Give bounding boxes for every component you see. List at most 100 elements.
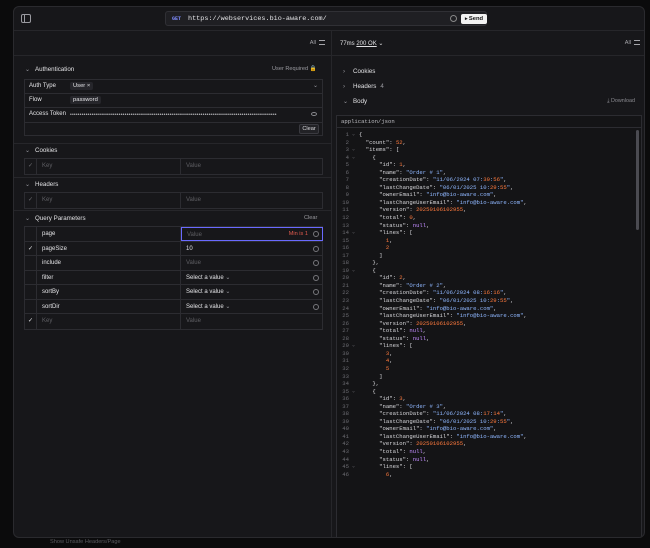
info-icon[interactable] [313, 245, 319, 252]
fold-icon[interactable]: ⌄ [352, 146, 355, 154]
code-line: 42 "version": 20250106102955, [337, 440, 641, 448]
fold-icon[interactable]: ⌄ [352, 388, 355, 396]
param-value-input[interactable]: Value [181, 256, 323, 270]
line-number: 13 [342, 221, 349, 229]
fold-icon[interactable]: ⌄ [352, 267, 355, 275]
info-icon[interactable] [313, 231, 319, 237]
line-number: 11 [342, 206, 349, 214]
flow-select[interactable]: password [70, 96, 101, 105]
chevron-down-icon: ⌄ [25, 67, 31, 73]
code-text: "ownerEmail": "info@bio-aware.com", [359, 304, 497, 312]
headers-section-header[interactable]: ⌄ Headers [25, 181, 58, 191]
info-icon[interactable] [313, 303, 319, 310]
param-value-input[interactable]: Value [181, 314, 323, 329]
param-key-input[interactable]: Key [37, 314, 181, 329]
row-checkbox[interactable]: ✓ [25, 159, 37, 174]
param-value-select[interactable]: Select a value [181, 300, 323, 314]
response-body-viewer[interactable]: application/json 1 ⌄{2 "count": 52, 3 ⌄ "it… [336, 115, 642, 537]
info-icon[interactable] [313, 260, 319, 266]
code-line: 32 5 [337, 365, 641, 373]
code-line: 17 ] [337, 252, 641, 260]
status-code[interactable]: 200 OK [356, 41, 376, 47]
row-checkbox[interactable]: ✓ [25, 193, 37, 208]
query-section-header[interactable]: ⌄ Query Parameters [25, 215, 86, 225]
code-line: 15 1, [337, 237, 641, 245]
code-line: 34 }, [337, 380, 641, 388]
info-icon[interactable] [313, 289, 319, 295]
line-number: 35 [342, 387, 349, 395]
line-number: 44 [342, 455, 349, 463]
row-checkbox[interactable]: ✓ [25, 314, 37, 329]
param-value-input[interactable]: 10 [181, 242, 323, 256]
code-line: 46 6, [337, 471, 641, 479]
row-checkbox[interactable] [25, 227, 37, 241]
param-value-select[interactable]: Select a value [181, 271, 323, 285]
chevron-down-icon: ⌄ [25, 148, 31, 154]
code-line: 29 ⌄ "lines": [ [337, 342, 641, 350]
validation-warning: Min is 1 [288, 231, 308, 237]
code-line: 43 "total": null, [337, 448, 641, 456]
download-button[interactable]: ⤓ Download [607, 98, 635, 105]
response-cookies-toggle[interactable]: › Cookies [343, 68, 375, 75]
scrollbar[interactable] [636, 130, 639, 230]
left-filter[interactable]: All [310, 40, 325, 46]
row-checkbox[interactable]: ✓ [25, 241, 37, 255]
chevron-down-icon[interactable]: ⌄ [378, 41, 383, 47]
send-button[interactable]: Send [461, 14, 487, 24]
row-checkbox[interactable] [25, 285, 37, 299]
request-panel: All ⌄ Authentication User Required 🔒 Auth… [14, 31, 332, 537]
url-bar[interactable]: GET https://webservices.bio-aware.com/ S… [165, 11, 487, 26]
fold-icon[interactable]: ⌄ [352, 463, 355, 471]
auth-clear-row: Clear [25, 123, 322, 137]
fold-icon[interactable]: ⌄ [352, 229, 355, 237]
line-number: 20 [342, 274, 349, 282]
url-input[interactable]: https://webservices.bio-aware.com/ [188, 15, 327, 23]
settings-icon[interactable] [450, 15, 457, 22]
cookies-section-header[interactable]: ⌄ Cookies [25, 147, 57, 157]
cookie-value-input[interactable]: Value [181, 159, 323, 174]
code-text: "total": 0, [359, 214, 417, 222]
download-label: Download [611, 98, 635, 104]
header-key-input[interactable]: Key [37, 193, 181, 208]
divider [14, 177, 331, 178]
auth-section-header[interactable]: ⌄ Authentication [25, 66, 74, 76]
row-checkbox[interactable] [25, 299, 37, 313]
auth-clear-button[interactable]: Clear [299, 123, 319, 134]
row-checkbox[interactable] [25, 256, 37, 270]
query-clear-link[interactable]: Clear [304, 215, 317, 221]
method-badge[interactable]: GET [172, 16, 181, 22]
header-value-input[interactable]: Value [181, 193, 323, 208]
line-number: 45 [342, 463, 349, 471]
sidebar-toggle-icon[interactable] [21, 14, 31, 23]
response-headers-toggle[interactable]: › Headers 4 [343, 83, 384, 90]
auth-type-chip[interactable]: User × [70, 82, 94, 90]
code-text: "name": "Order # 3", [359, 402, 447, 410]
code-text: "status": null, [359, 334, 430, 342]
cookie-key-input[interactable]: Key [37, 159, 181, 174]
fold-icon[interactable]: ⌄ [352, 154, 355, 162]
right-filter[interactable]: All [625, 40, 640, 46]
line-number: 3 [345, 146, 349, 154]
response-cookies-label: Cookies [353, 68, 376, 75]
info-icon[interactable] [313, 274, 319, 281]
line-number: 40 [342, 425, 349, 433]
param-value-select[interactable]: Select a value [181, 285, 323, 299]
code-text: "total": null, [359, 447, 427, 455]
code-line: 45 ⌄ "lines": [ [337, 463, 641, 471]
footer-note: Show Unsafe Headers/Page [50, 539, 121, 545]
code-line: 8 "lastChangeDate": "06/01/2025 10:29:55… [337, 184, 641, 192]
line-number: 32 [342, 364, 349, 372]
chevron-down-icon[interactable]: ⌄ [313, 82, 318, 89]
access-token-row: Access Token •••••••••••••••••••••••••••… [25, 108, 322, 123]
auth-panel: Auth Type User × ⌄ Flow password Access … [24, 79, 323, 136]
access-token-input[interactable]: ••••••••••••••••••••••••••••••••••••••••… [70, 112, 310, 118]
row-checkbox[interactable] [25, 270, 37, 284]
code-line: 30 3, [337, 350, 641, 358]
chevron-down-icon: ⌄ [25, 182, 31, 188]
code-line: 26 "version": 20250106102955, [337, 320, 641, 328]
eye-icon[interactable] [311, 112, 317, 117]
line-number: 16 [342, 244, 349, 252]
response-body-toggle[interactable]: ⌄ Body [343, 98, 367, 105]
fold-icon[interactable]: ⌄ [352, 131, 355, 139]
fold-icon[interactable]: ⌄ [352, 342, 355, 350]
